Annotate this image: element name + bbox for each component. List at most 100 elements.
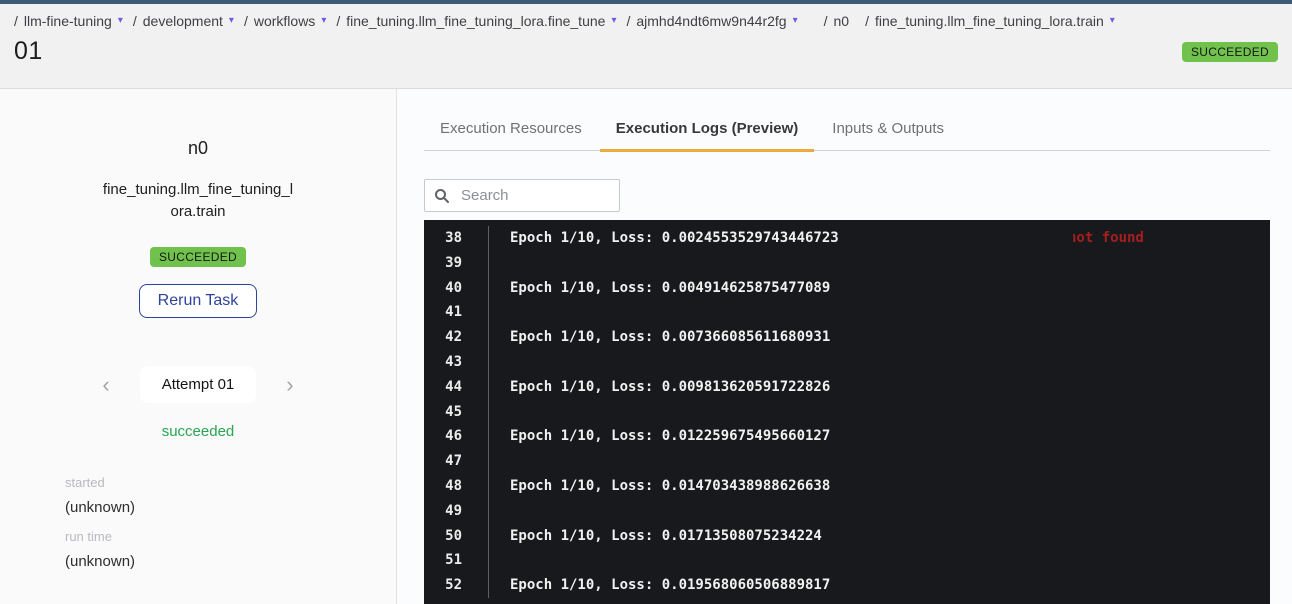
breadcrumb-label: n0	[834, 13, 850, 29]
breadcrumb-separator: /	[626, 13, 630, 29]
task-detail-panel: n0 fine_tuning.llm_fine_tuning_lora.trai…	[0, 89, 397, 604]
tab-label: Inputs & Outputs	[832, 120, 944, 137]
started-label: started	[65, 475, 396, 490]
task-name: fine_tuning.llm_fine_tuning_lora.train	[99, 179, 297, 223]
node-id: n0	[188, 138, 208, 159]
log-line: 52 Epoch 1/10, Loss: 0.01956806050688981…	[424, 573, 1270, 598]
tab-execution-logs-preview[interactable]: Execution Logs (Preview)	[600, 110, 815, 150]
log-line: 40 Epoch 1/10, Loss: 0.00491462587547708…	[424, 276, 1270, 301]
log-overlay-error-text: not found	[1073, 226, 1143, 251]
log-line-number: 38	[424, 226, 488, 251]
breadcrumb-separator: /	[824, 13, 828, 29]
rerun-task-button[interactable]: Rerun Task	[139, 284, 258, 318]
log-line: 50 Epoch 1/10, Loss: 0.01713508075234224	[424, 524, 1270, 549]
breadcrumb-item[interactable]: / workflows ▾	[244, 13, 326, 29]
log-line: 42 Epoch 1/10, Loss: 0.00736608561168093…	[424, 325, 1270, 350]
tab-execution-resources[interactable]: Execution Resources	[424, 110, 598, 150]
breadcrumb-item[interactable]: / development ▾	[133, 13, 234, 29]
log-line-text: Epoch 1/10, Loss: 0.004914625875477089	[488, 276, 1270, 301]
log-overlay-error: not found	[1073, 226, 1143, 251]
tab-label: Execution Logs (Preview)	[616, 120, 799, 137]
log-line-text: Epoch 1/10, Loss: 0.014703438988626638	[488, 474, 1270, 499]
log-line-text	[488, 400, 1270, 425]
page-header: / llm-fine-tuning ▾ / development ▾ / wo…	[0, 4, 1292, 89]
breadcrumb-label: workflows	[254, 13, 315, 29]
breadcrumb: / llm-fine-tuning ▾ / development ▾ / wo…	[14, 13, 1278, 29]
breadcrumb-label: fine_tuning.llm_fine_tuning_lora.train	[875, 13, 1104, 29]
log-line-number: 45	[424, 400, 488, 425]
breadcrumb-item[interactable]: / llm-fine-tuning ▾	[14, 13, 123, 29]
log-line-text	[488, 300, 1270, 325]
log-line-text	[488, 548, 1270, 573]
search-input[interactable]	[459, 186, 610, 205]
log-line: 51	[424, 548, 1270, 573]
chevron-down-icon: ▾	[611, 16, 616, 26]
chevron-down-icon: ▾	[321, 16, 326, 26]
chevron-down-icon: ▾	[1110, 16, 1115, 26]
breadcrumb-separator: /	[336, 13, 340, 29]
task-status-badge: SUCCEEDED	[150, 247, 246, 267]
breadcrumb-label: ajmhd4ndt6mw9n44r2fg	[636, 13, 786, 29]
task-meta: started (unknown) run time (unknown)	[0, 462, 396, 570]
chevron-left-icon: ‹	[102, 372, 109, 397]
log-line-text: Epoch 1/10, Loss: 0.012259675495660127	[488, 424, 1270, 449]
log-line-number: 52	[424, 573, 488, 598]
chevron-down-icon: ▾	[229, 16, 234, 26]
log-line-text: Epoch 1/10, Loss: 0.0024553529743446723	[488, 226, 1270, 251]
attempt-selector[interactable]: Attempt 01	[140, 366, 257, 403]
breadcrumb-item[interactable]: / fine_tuning.llm_fine_tuning_lora.fine_…	[336, 13, 616, 29]
app-window: / llm-fine-tuning ▾ / development ▾ / wo…	[0, 0, 1292, 604]
breadcrumb-item[interactable]: / ajmhd4ndt6mw9n44r2fg ▾	[626, 13, 797, 29]
breadcrumb-item[interactable]: / n0	[824, 13, 849, 29]
log-line-number: 47	[424, 449, 488, 474]
chevron-down-icon: ▾	[118, 16, 123, 26]
search-icon	[434, 188, 450, 204]
log-line: 46 Epoch 1/10, Loss: 0.01225967549566012…	[424, 424, 1270, 449]
runtime-label: run time	[65, 529, 396, 544]
log-line: 39	[424, 251, 1270, 276]
log-line-number: 48	[424, 474, 488, 499]
log-line-text	[488, 251, 1270, 276]
log-line-number: 46	[424, 424, 488, 449]
log-line: 43	[424, 350, 1270, 375]
log-line-text	[488, 350, 1270, 375]
breadcrumb-separator: /	[133, 13, 137, 29]
log-lines: 38 Epoch 1/10, Loss: 0.00245535297434467…	[424, 226, 1270, 598]
execution-status-badge: SUCCEEDED	[1182, 42, 1278, 62]
log-line: 48 Epoch 1/10, Loss: 0.01470343898862663…	[424, 474, 1270, 499]
breadcrumb-item[interactable]: / fine_tuning.llm_fine_tuning_lora.train…	[865, 13, 1115, 29]
log-line-text	[488, 449, 1270, 474]
log-viewer[interactable]: 38 Epoch 1/10, Loss: 0.00245535297434467…	[424, 220, 1270, 604]
tab-inputs-outputs[interactable]: Inputs & Outputs	[816, 110, 960, 150]
tab-label: Execution Resources	[440, 120, 582, 137]
next-attempt-button[interactable]: ›	[282, 374, 297, 396]
breadcrumb-label: llm-fine-tuning	[24, 13, 112, 29]
log-line-number: 39	[424, 251, 488, 276]
log-line: 47	[424, 449, 1270, 474]
log-line-number: 50	[424, 524, 488, 549]
chevron-right-icon: ›	[286, 372, 293, 397]
breadcrumb-separator: /	[865, 13, 869, 29]
page-title: 01	[14, 37, 43, 66]
previous-attempt-button[interactable]: ‹	[98, 374, 113, 396]
log-line-number: 49	[424, 499, 488, 524]
search-box	[424, 179, 620, 212]
log-line: 41	[424, 300, 1270, 325]
log-line-text: Epoch 1/10, Loss: 0.01713508075234224	[488, 524, 1270, 549]
log-line-text	[488, 499, 1270, 524]
attempt-navigation: ‹ Attempt 01 ›	[98, 366, 297, 403]
breadcrumb-label: fine_tuning.llm_fine_tuning_lora.fine_tu…	[346, 13, 605, 29]
runtime-value: (unknown)	[65, 553, 396, 570]
tab-bar: Execution Resources Execution Logs (Prev…	[424, 110, 1270, 151]
log-line-number: 44	[424, 375, 488, 400]
breadcrumb-separator: /	[244, 13, 248, 29]
log-line-number: 43	[424, 350, 488, 375]
main-content: n0 fine_tuning.llm_fine_tuning_lora.trai…	[0, 89, 1292, 604]
log-line: 38 Epoch 1/10, Loss: 0.00245535297434467…	[424, 226, 1270, 251]
log-line-text: Epoch 1/10, Loss: 0.009813620591722826	[488, 375, 1270, 400]
log-line-number: 41	[424, 300, 488, 325]
started-value: (unknown)	[65, 499, 396, 516]
execution-detail-panel: Execution Resources Execution Logs (Prev…	[397, 89, 1292, 604]
log-line-text: Epoch 1/10, Loss: 0.007366085611680931	[488, 325, 1270, 350]
log-line-number: 51	[424, 548, 488, 573]
